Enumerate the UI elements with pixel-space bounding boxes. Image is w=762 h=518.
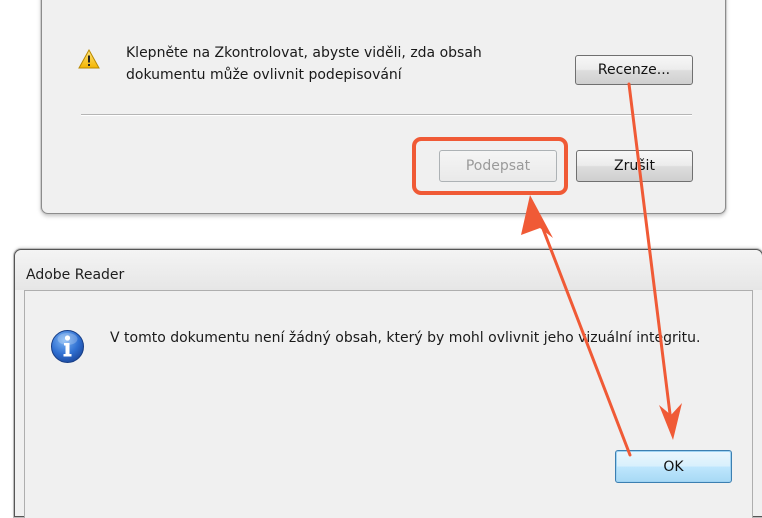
adobe-reader-dialog: Adobe Reader V tomto dokumentu není žádn…	[14, 249, 762, 518]
cancel-button[interactable]: Zrušit	[576, 150, 693, 182]
dialog-message: V tomto dokumentu není žádný obsah, kter…	[110, 330, 701, 346]
review-button[interactable]: Recenze...	[575, 55, 693, 85]
divider	[81, 114, 692, 116]
dialog-content	[24, 290, 753, 518]
info-icon	[51, 330, 84, 363]
sign-button-highlight	[412, 137, 568, 195]
warning-icon	[78, 49, 100, 69]
title-bar[interactable]: Adobe Reader	[15, 250, 762, 290]
review-message: Klepněte na Zkontrolovat, abyste viděli,…	[126, 45, 482, 83]
ok-button[interactable]: OK	[615, 450, 732, 483]
dialog-title: Adobe Reader	[26, 267, 125, 283]
